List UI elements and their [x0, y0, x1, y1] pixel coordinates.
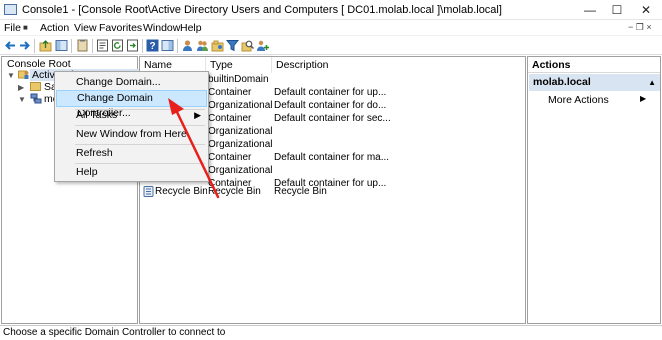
menu-action[interactable]: Action: [40, 22, 69, 34]
menu-favorites[interactable]: Favorites: [99, 22, 142, 34]
expand-icon[interactable]: ▼: [18, 95, 26, 104]
add-to-group-icon[interactable]: [256, 39, 269, 52]
table-cell-name[interactable]: Recycle Bin: [155, 185, 207, 198]
new-user-icon[interactable]: [181, 39, 194, 52]
ad-users-computers-icon: [18, 70, 29, 79]
status-bar: Choose a specific Domain Controller to c…: [0, 325, 662, 339]
table-cell-description: Default container for up...: [274, 87, 387, 98]
folder-icon: [30, 82, 41, 91]
table-cell-type: Organizational...: [208, 165, 272, 176]
menu-bar: File ■ Action View Favorites Window Help…: [0, 20, 662, 35]
table-cell-type: Container: [208, 113, 252, 124]
filter-icon[interactable]: [226, 39, 239, 52]
table-cell-description: Recycle Bin: [274, 186, 327, 197]
show-hide-tree-icon[interactable]: [55, 39, 68, 52]
context-menu: Change Domain... Change Domain Controlle…: [54, 71, 209, 182]
find-objects-icon[interactable]: [241, 39, 254, 52]
domain-icon: [30, 93, 42, 104]
show-action-pane-icon[interactable]: [161, 39, 174, 52]
svg-text:?: ?: [149, 41, 155, 52]
menu-window[interactable]: Window: [143, 22, 180, 34]
menu-help[interactable]: Help: [180, 22, 202, 34]
actions-pane: Actions molab.local ▲ More Actions ▶: [527, 56, 661, 324]
table-cell-type: Organizational...: [208, 139, 272, 150]
table-cell-description: Default container for ma...: [274, 152, 390, 163]
collapse-icon[interactable]: ▼: [7, 71, 15, 80]
actions-domain-section[interactable]: molab.local ▲: [529, 74, 660, 91]
export-list-icon[interactable]: [126, 39, 139, 52]
maximize-button[interactable]: ☐: [604, 0, 630, 20]
menu-view[interactable]: View: [74, 22, 97, 34]
menu-item-all-tasks[interactable]: All Tasks ▶: [56, 107, 207, 124]
menu-item-change-domain[interactable]: Change Domain...: [56, 74, 207, 91]
new-ou-icon[interactable]: [211, 39, 224, 52]
actions-header: Actions: [528, 57, 660, 73]
minimize-button[interactable]: —: [577, 0, 603, 20]
table-cell-type: Organizational...: [208, 100, 272, 111]
menu-item-refresh[interactable]: Refresh: [56, 145, 207, 162]
recycle-bin-icon: [143, 186, 154, 197]
menu-item-help[interactable]: Help: [56, 164, 207, 181]
submenu-arrow-icon: ▶: [194, 110, 201, 120]
properties-icon[interactable]: [96, 39, 109, 52]
toolbar-separator: [92, 39, 93, 53]
more-actions-link[interactable]: More Actions: [548, 94, 609, 106]
toolbar-separator: [142, 39, 143, 53]
table-cell-description: Default container for do...: [274, 100, 387, 111]
column-header-type[interactable]: Type: [206, 57, 272, 73]
expand-icon[interactable]: ▶: [18, 83, 24, 92]
window-title: Console1 - [Console Root\Active Director…: [22, 4, 502, 16]
help-icon[interactable]: ?: [146, 39, 159, 52]
mmc-app-icon: [4, 4, 17, 15]
table-cell-type: Container: [208, 87, 252, 98]
table-cell-description: Default container for sec...: [274, 113, 391, 124]
refresh-icon[interactable]: [111, 39, 124, 52]
menu-file[interactable]: File: [4, 22, 21, 34]
toolbar-separator: [177, 39, 178, 53]
new-group-icon[interactable]: [196, 39, 209, 52]
table-cell-type: builtinDomain: [208, 74, 269, 85]
title-bar: Console1 - [Console Root\Active Director…: [0, 0, 662, 20]
child-window-controls[interactable]: − ❐ ×: [628, 22, 652, 33]
forward-icon[interactable]: [18, 39, 31, 52]
toolbar-separator: [71, 39, 72, 53]
menu-item-change-domain-controller[interactable]: Change Domain Controller...: [56, 90, 207, 119]
toolbar: ?: [0, 35, 662, 55]
copy-icon[interactable]: [76, 39, 89, 52]
actions-domain-label: molab.local: [533, 76, 591, 88]
column-header-description[interactable]: Description: [272, 57, 525, 73]
close-button[interactable]: ✕: [633, 0, 659, 20]
collapse-up-icon[interactable]: ▲: [648, 74, 656, 91]
table-cell-type: Organizational...: [208, 126, 272, 137]
table-cell-type: Recycle Bin: [208, 186, 261, 197]
toolbar-separator: [34, 39, 35, 53]
back-icon[interactable]: [4, 39, 17, 52]
table-cell-type: Container: [208, 152, 252, 163]
menu-item-all-tasks-label: All Tasks: [76, 109, 118, 121]
menu-item-new-window[interactable]: New Window from Here: [56, 126, 207, 143]
up-folder-icon[interactable]: [39, 39, 52, 52]
more-actions-arrow-icon[interactable]: ▶: [640, 94, 646, 103]
doc-icon[interactable]: ■: [23, 23, 28, 32]
